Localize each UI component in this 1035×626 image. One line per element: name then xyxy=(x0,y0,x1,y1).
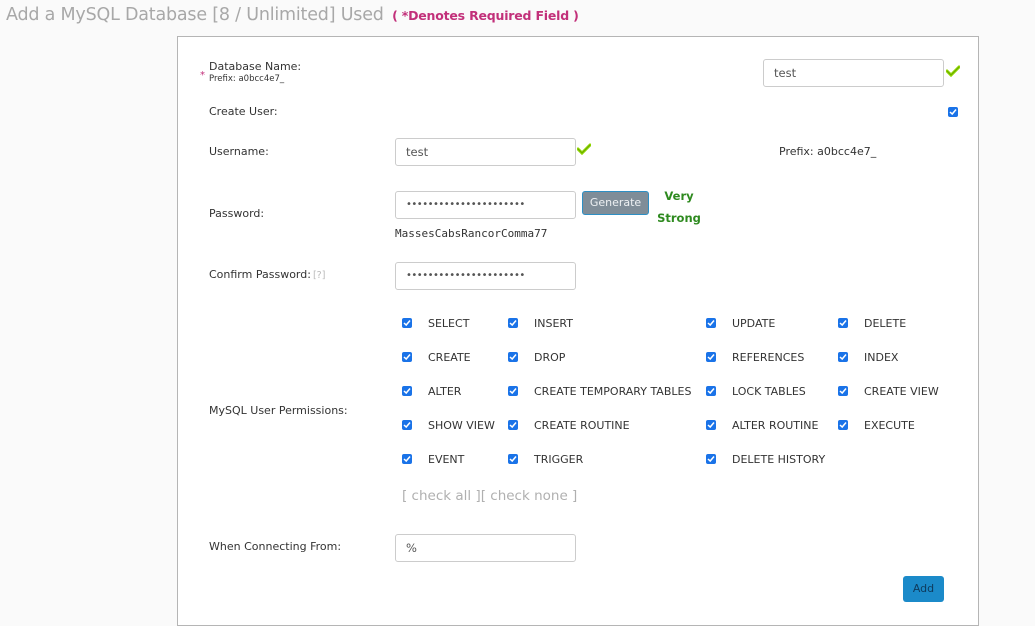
permission-checkbox[interactable] xyxy=(508,454,518,464)
permission-checkbox[interactable] xyxy=(706,420,716,430)
checkmark-icon xyxy=(403,456,411,463)
required-marker: * xyxy=(200,70,205,81)
permission-label: EXECUTE xyxy=(864,419,915,432)
checkmark-icon xyxy=(839,320,847,327)
confirm-password-label: Confirm Password: [?] xyxy=(209,268,325,281)
create-user-checkbox[interactable] xyxy=(948,107,958,117)
generate-password-button[interactable]: Generate xyxy=(582,191,649,215)
permission-checkbox[interactable] xyxy=(508,386,518,396)
checkmark-icon xyxy=(707,320,715,327)
checkmark-icon xyxy=(403,388,411,395)
permission-label: UPDATE xyxy=(732,317,776,330)
checkmark-icon xyxy=(707,422,715,429)
permission-checkbox[interactable] xyxy=(838,420,848,430)
generated-password-text: MassesCabsRancorComma77 xyxy=(395,227,548,240)
database-name-valid-icon xyxy=(946,65,960,77)
username-prefix-label: Prefix: a0bcc4e7_ xyxy=(779,145,877,158)
permission-label: DELETE xyxy=(864,317,907,330)
confirm-password-label-text: Confirm Password: xyxy=(209,268,311,281)
checkmark-icon xyxy=(509,320,517,327)
page-title-text: Add a MySQL Database [8 / Unlimited] Use… xyxy=(6,5,384,25)
add-database-form: * Database Name: Prefix: a0bcc4e7_ test … xyxy=(177,36,979,626)
check-all-link[interactable]: [ check all ] xyxy=(402,488,481,504)
permission-checkbox[interactable] xyxy=(508,352,518,362)
checkmark-icon xyxy=(509,354,517,361)
password-label: Password: xyxy=(209,207,265,220)
permission-label: SHOW VIEW xyxy=(428,419,495,432)
add-button[interactable]: Add xyxy=(903,576,944,602)
username-valid-icon xyxy=(577,143,591,155)
permission-label: LOCK TABLES xyxy=(732,385,806,398)
permission-checkbox[interactable] xyxy=(838,352,848,362)
checkmark-icon xyxy=(949,109,957,116)
checkmark-icon xyxy=(403,320,411,327)
checkmark-icon xyxy=(839,354,847,361)
checkmark-icon xyxy=(403,354,411,361)
permission-label: INSERT xyxy=(534,317,573,330)
permission-label: DROP xyxy=(534,351,566,364)
permission-label: CREATE ROUTINE xyxy=(534,419,630,432)
check-links: [ check all ][ check none ] xyxy=(402,488,577,504)
permission-checkbox[interactable] xyxy=(706,386,716,396)
permission-label: ALTER ROUTINE xyxy=(732,419,819,432)
permission-label: SELECT xyxy=(428,317,470,330)
help-icon[interactable]: [?] xyxy=(313,270,325,281)
permission-checkbox[interactable] xyxy=(838,318,848,328)
password-strength-indicator: Very Strong xyxy=(653,185,705,229)
confirm-password-input[interactable]: •••••••••••••••••••••• xyxy=(395,262,576,290)
username-label: Username: xyxy=(209,145,269,158)
password-input[interactable]: •••••••••••••••••••••• xyxy=(395,191,576,219)
checkmark-icon xyxy=(707,456,715,463)
permission-label: CREATE VIEW xyxy=(864,385,939,398)
connecting-from-input[interactable]: % xyxy=(395,534,576,562)
permission-checkbox[interactable] xyxy=(402,318,412,328)
permission-checkbox[interactable] xyxy=(402,454,412,464)
permission-label: DELETE HISTORY xyxy=(732,453,826,466)
database-name-label: Database Name: xyxy=(209,60,302,73)
strength-line-2: Strong xyxy=(657,211,701,225)
permission-checkbox[interactable] xyxy=(402,420,412,430)
checkmark-icon xyxy=(509,456,517,463)
checkmark-icon xyxy=(403,422,411,429)
permission-label: TRIGGER xyxy=(534,453,584,466)
permission-label: REFERENCES xyxy=(732,351,805,364)
permission-checkbox[interactable] xyxy=(508,420,518,430)
checkmark-icon xyxy=(707,354,715,361)
create-user-label: Create User: xyxy=(209,105,278,118)
permission-label: CREATE TEMPORARY TABLES xyxy=(534,385,692,398)
permission-checkbox[interactable] xyxy=(402,352,412,362)
checkmark-icon xyxy=(509,388,517,395)
checkmark-icon xyxy=(839,422,847,429)
permission-checkbox[interactable] xyxy=(402,386,412,396)
connecting-from-label: When Connecting From: xyxy=(209,540,342,553)
checkmark-icon xyxy=(839,388,847,395)
page-title: Add a MySQL Database [8 / Unlimited] Use… xyxy=(6,5,579,25)
permission-checkbox[interactable] xyxy=(706,318,716,328)
database-prefix-label: Prefix: a0bcc4e7_ xyxy=(209,74,285,84)
username-input[interactable]: test xyxy=(395,138,576,166)
permission-checkbox[interactable] xyxy=(706,352,716,362)
permission-checkbox[interactable] xyxy=(508,318,518,328)
permission-label: INDEX xyxy=(864,351,899,364)
permission-checkbox[interactable] xyxy=(706,454,716,464)
checkmark-icon xyxy=(509,422,517,429)
checkmark-icon xyxy=(707,388,715,395)
permission-label: CREATE xyxy=(428,351,471,364)
check-none-link[interactable]: [ check none ] xyxy=(481,488,578,504)
permission-checkbox[interactable] xyxy=(838,386,848,396)
required-field-note: ( *Denotes Required Field ) xyxy=(392,8,579,23)
permission-label: ALTER xyxy=(428,385,462,398)
permission-label: EVENT xyxy=(428,453,465,466)
database-name-input[interactable]: test xyxy=(763,59,944,87)
strength-line-1: Very xyxy=(664,189,694,203)
permissions-label: MySQL User Permissions: xyxy=(209,404,348,417)
